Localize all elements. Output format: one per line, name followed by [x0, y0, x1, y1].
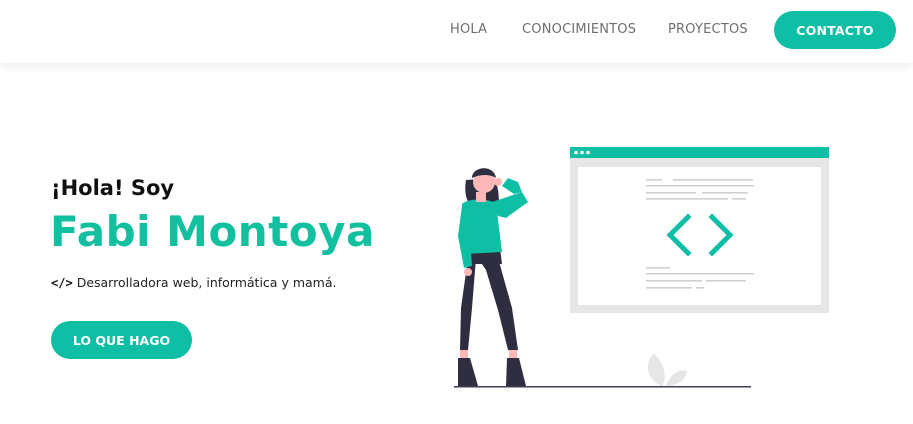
nav-link-conocimientos[interactable]: CONOCIMIENTOS: [522, 22, 636, 37]
hero-tagline: </> Desarrolladora web, informática y ma…: [51, 275, 336, 290]
nav-link-proyectos[interactable]: PROYECTOS: [668, 22, 748, 37]
contact-button[interactable]: CONTACTO: [774, 11, 896, 49]
browser-window-graphic: [570, 147, 829, 313]
person-graphic: [458, 168, 528, 386]
code-icon: </>: [51, 275, 73, 290]
nav-links: HOLA CONOCIMIENTOS PROYECTOS CONTACTO: [0, 0, 913, 63]
nav-link-hola[interactable]: HOLA: [450, 22, 487, 37]
hero-greeting: ¡Hola! Soy: [51, 176, 175, 200]
plant-graphic: [647, 354, 687, 386]
ground-line: [454, 386, 751, 388]
navbar: HOLA CONOCIMIENTOS PROYECTOS CONTACTO: [0, 0, 913, 63]
what-i-do-button[interactable]: LO QUE HAGO: [51, 321, 192, 359]
developer-illustration: [454, 147, 829, 388]
hero-name: Fabi Montoya: [50, 207, 375, 256]
hero-tagline-text: Desarrolladora web, informática y mamá.: [76, 275, 337, 290]
